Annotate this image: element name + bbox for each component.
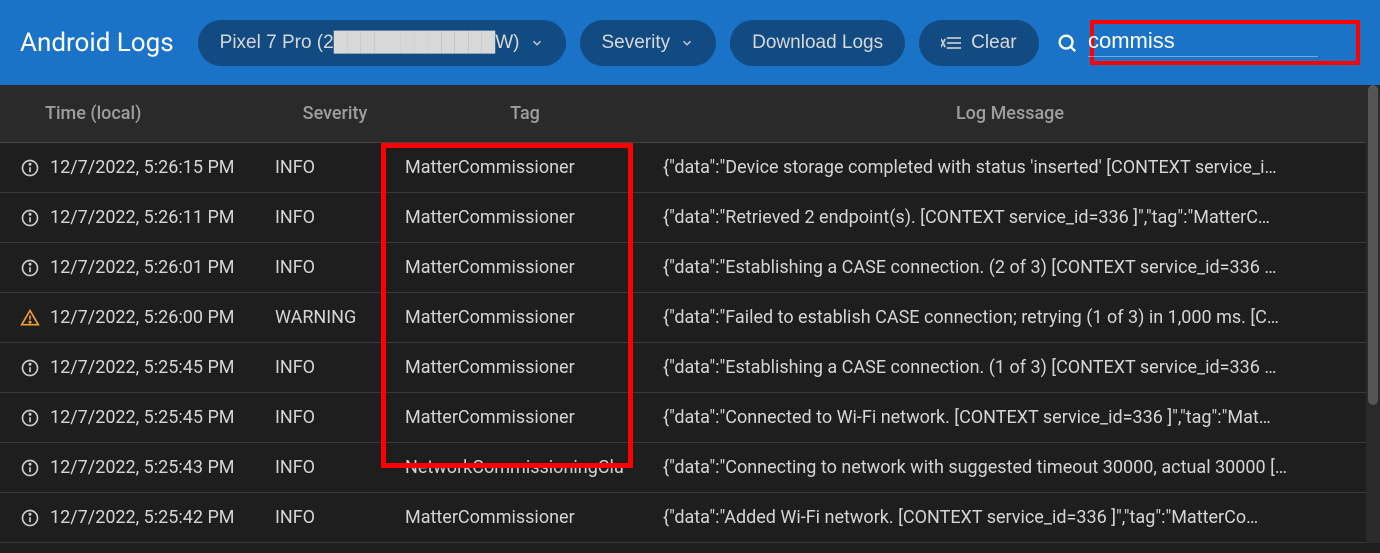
log-time: 12/7/2022, 5:26:11 PM [50,207,275,228]
log-time: 12/7/2022, 5:26:15 PM [50,157,275,178]
chevron-down-icon [530,36,544,50]
column-message: Log Message [650,103,1370,124]
search-input[interactable] [1088,28,1318,57]
search-icon [1056,32,1078,54]
log-tag: MatterCommissioner [405,507,663,528]
device-label: Pixel 7 Pro (2████████████W) [220,32,520,54]
log-message: {"data":"Added Wi-Fi network. [CONTEXT s… [663,507,1370,528]
log-severity: INFO [275,457,405,478]
severity-label: Severity [602,32,671,54]
log-severity: INFO [275,157,405,178]
log-tag: MatterCommissioner [405,257,663,278]
severity-filter[interactable]: Severity [580,20,717,66]
chevron-down-icon [680,36,694,50]
log-time: 12/7/2022, 5:26:01 PM [50,257,275,278]
log-time: 12/7/2022, 5:25:42 PM [50,507,275,528]
log-tag: MatterCommissioner [405,357,663,378]
table-row[interactable]: 12/7/2022, 5:25:43 PMINFONetworkCommissi… [0,443,1380,493]
log-tag: MatterCommissioner [405,157,663,178]
search-container [1090,20,1360,65]
log-severity: INFO [275,507,405,528]
log-tag: MatterCommissioner [405,207,663,228]
log-time: 12/7/2022, 5:25:43 PM [50,457,275,478]
info-icon [10,258,50,278]
scroll-thumb[interactable] [1368,85,1378,405]
log-rows-container: 12/7/2022, 5:26:15 PMINFOMatterCommissio… [0,143,1380,543]
table-row[interactable]: 12/7/2022, 5:25:42 PMINFOMatterCommissio… [0,493,1380,543]
log-severity: INFO [275,357,405,378]
log-message: {"data":"Connecting to network with sugg… [663,457,1370,478]
table-row[interactable]: 12/7/2022, 5:25:45 PMINFOMatterCommissio… [0,343,1380,393]
log-time: 12/7/2022, 5:26:00 PM [50,307,275,328]
download-logs-button[interactable]: Download Logs [730,20,905,66]
table-row[interactable]: 12/7/2022, 5:26:15 PMINFOMatterCommissio… [0,143,1380,193]
table-row[interactable]: 12/7/2022, 5:25:45 PMINFOMatterCommissio… [0,393,1380,443]
table-row[interactable]: 12/7/2022, 5:26:00 PMWARNINGMatterCommis… [0,293,1380,343]
log-message: {"data":"Retrieved 2 endpoint(s). [CONTE… [663,207,1370,228]
log-message: {"data":"Establishing a CASE connection.… [663,257,1370,278]
log-tag: MatterCommissioner [405,307,663,328]
warning-icon [10,308,50,328]
log-tag: MatterCommissioner [405,407,663,428]
table-header: Time (local) Severity Tag Log Message [0,85,1380,143]
device-selector[interactable]: Pixel 7 Pro (2████████████W) [198,20,566,66]
log-message: {"data":"Device storage completed with s… [663,157,1370,178]
table-row[interactable]: 12/7/2022, 5:26:11 PMINFOMatterCommissio… [0,193,1380,243]
page-title: Android Logs [20,28,174,58]
log-severity: INFO [275,207,405,228]
log-severity: WARNING [275,307,405,328]
log-message: {"data":"Establishing a CASE connection.… [663,357,1370,378]
info-icon [10,358,50,378]
log-tag: NetworkCommissioningClu [405,457,663,478]
scrollbar[interactable] [1366,85,1380,543]
clear-button[interactable]: Clear [919,20,1038,66]
clear-list-icon [941,36,961,50]
info-icon [10,158,50,178]
log-time: 12/7/2022, 5:25:45 PM [50,357,275,378]
log-severity: INFO [275,257,405,278]
info-icon [10,208,50,228]
log-message: {"data":"Failed to establish CASE connec… [663,307,1370,328]
column-severity: Severity [270,103,400,124]
table-row[interactable]: 12/7/2022, 5:26:01 PMINFOMatterCommissio… [0,243,1380,293]
info-icon [10,458,50,478]
column-time: Time (local) [10,103,270,124]
log-message: {"data":"Connected to Wi-Fi network. [CO… [663,407,1370,428]
header-bar: Android Logs Pixel 7 Pro (2████████████W… [0,0,1380,85]
info-icon [10,408,50,428]
log-time: 12/7/2022, 5:25:45 PM [50,407,275,428]
log-severity: INFO [275,407,405,428]
info-icon [10,508,50,528]
column-tag: Tag [400,103,650,124]
